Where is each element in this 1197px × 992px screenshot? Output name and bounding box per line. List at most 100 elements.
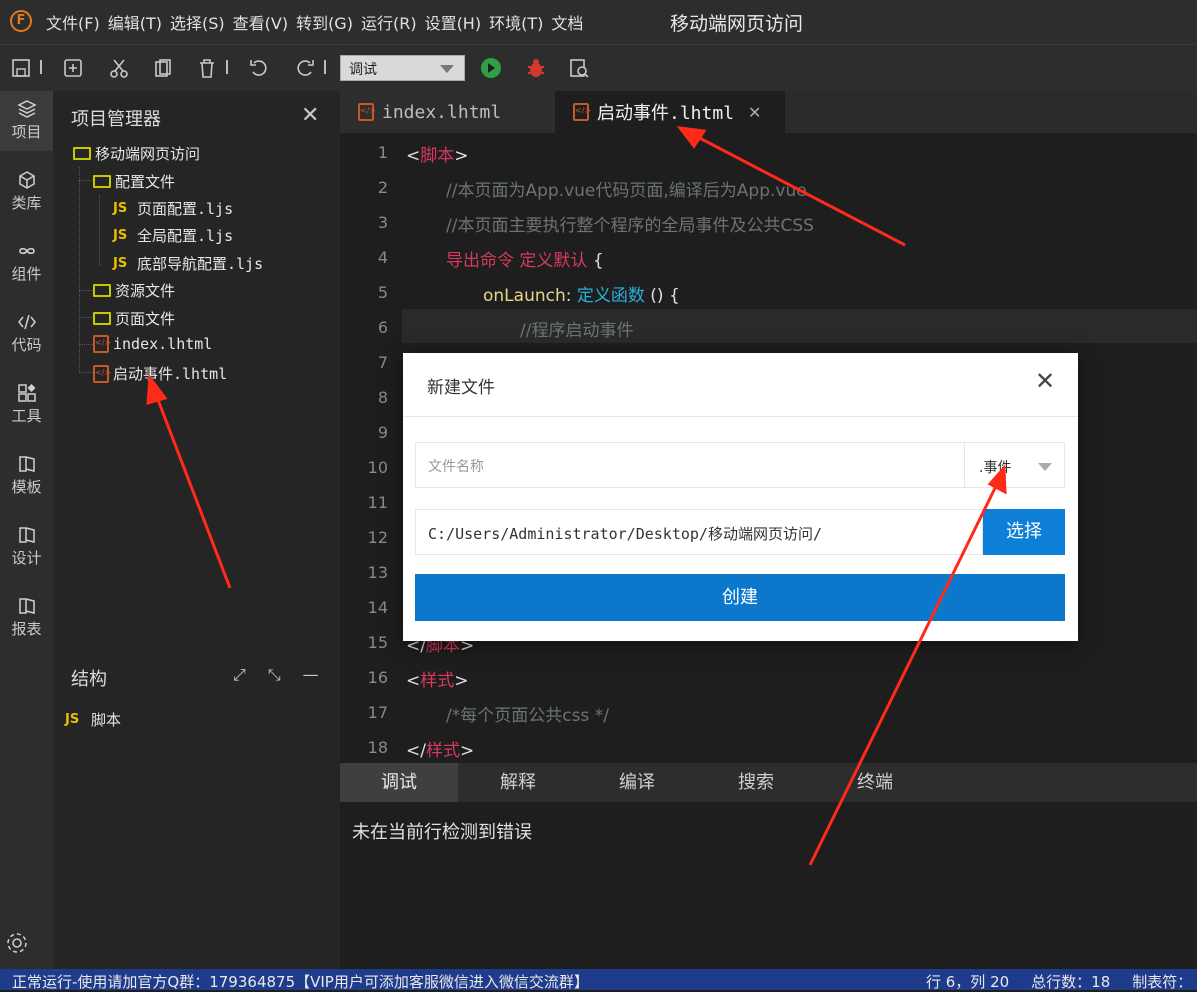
debug-bug-icon[interactable] [525,57,547,79]
code-icon [17,314,36,330]
activity-code[interactable]: 代码 [0,304,53,364]
menu-docs[interactable]: 文档 [551,10,583,34]
dialog-title: 新建文件 [427,378,495,398]
title-bar: F 文件(F) 编辑(T) 选择(S) 查看(V) 转到(G) 运行(R) 设置… [0,0,1197,44]
status-right: 行 6，列 20 总行数：18 制表符： [926,971,1192,992]
code-line-2: //本页面为App.vue代码页面,编译后为App.vue [446,181,807,201]
tree-file-page-config[interactable]: JS 页面配置.ljs [113,198,233,219]
tree-resource-folder[interactable]: 资源文件 [93,280,175,301]
panel-tab-compile[interactable]: 编译 [578,763,696,802]
activity-design[interactable]: 设计 [0,517,53,577]
html-file-icon: </> [93,335,111,353]
line-number: 16 [367,668,388,687]
line-number: 13 [367,563,388,582]
panel-tab-search[interactable]: 搜索 [697,763,815,802]
chevron-down-icon [1038,463,1052,471]
activity-components[interactable]: 组件 [0,233,53,293]
tree-file-launch-event[interactable]: </> 启动事件.lhtml [93,363,227,384]
chevron-down-icon [440,65,454,73]
run-mode-select[interactable]: 调试 [340,55,465,81]
folder-icon [93,284,111,297]
close-icon[interactable]: ✕ [1035,367,1055,395]
line-number: 15 [367,633,388,652]
code-line-3: //本页面主要执行整个程序的全局事件及公共CSS [446,216,814,236]
menu-environment[interactable]: 环境(T) [489,10,543,34]
create-button[interactable]: 创建 [415,574,1065,621]
line-number: 7 [377,353,388,372]
line-number: 9 [377,423,388,442]
code-token: 导出命令 [446,251,514,271]
menu-file[interactable]: 文件(F) [46,10,100,34]
activity-reports[interactable]: 报表 [0,588,53,648]
menu-settings[interactable]: 设置(H) [425,10,482,34]
tab-index[interactable]: </> index.lhtml [340,91,555,133]
panel-tab-bar: 调试 解释 编译 搜索 终端 [340,763,1197,802]
tree-guide [79,167,80,372]
run-icon[interactable] [480,57,502,79]
tree-config-folder[interactable]: 配置文件 [93,171,175,192]
gear-icon[interactable] [4,930,30,956]
tree-page-folder[interactable]: 页面文件 [93,308,175,329]
structure-title: 结构 [71,669,107,690]
undo-icon[interactable] [248,57,270,79]
project-explorer-title: 项目管理器 [71,109,161,130]
collapse-icon[interactable]: ⤡ [268,665,281,685]
status-cursor-position[interactable]: 行 6，列 20 [926,971,1009,992]
new-file-icon[interactable] [62,57,84,79]
code-token: () { [650,286,680,306]
menu-select[interactable]: 选择(S) [170,10,225,34]
choose-path-button[interactable]: 选择 [983,509,1065,555]
panel-tab-debug[interactable]: 调试 [340,763,458,802]
tree-file-global-config[interactable]: JS 全局配置.ljs [113,225,233,246]
menu-run[interactable]: 运行(R) [361,10,417,34]
code-token: > [454,671,469,691]
menu-goto[interactable]: 转到(G) [296,10,353,34]
activity-project[interactable]: 项目 [0,91,53,151]
folder-open-icon [73,147,91,160]
panel-tab-interpret[interactable]: 解释 [459,763,577,802]
toolbar-divider [226,60,228,74]
close-tab-icon[interactable]: ✕ [748,103,761,122]
app-logo-icon: F [10,10,32,32]
file-path-input[interactable]: C:/Users/Administrator/Desktop/移动端网页访问/ [415,509,983,555]
file-name-input[interactable]: 文件名称 [415,442,965,488]
book-icon [18,527,35,543]
menu-edit[interactable]: 编辑(T) [108,10,162,34]
file-type-select[interactable]: .事件 [965,442,1065,488]
activity-reports-label: 报表 [11,620,42,638]
book-icon [18,598,35,614]
panel-tab-terminal[interactable]: 终端 [816,763,934,802]
panel-message: 未在当前行检测到错误 [352,822,532,843]
code-token: : [565,286,572,306]
activity-code-label: 代码 [11,336,42,354]
activity-templates[interactable]: 模板 [0,446,53,506]
cut-icon[interactable] [108,57,130,79]
code-token: > [454,146,469,166]
paste-icon[interactable] [152,57,174,79]
activity-tools[interactable]: 工具 [0,375,53,435]
code-token: 样式 [420,671,455,691]
tree-file-label: index.lhtml [113,335,213,353]
tree-root[interactable]: 移动端网页访问 [73,143,200,164]
status-tab-size[interactable]: 制表符： [1132,971,1192,992]
status-bar: 正常运行-使用请加官方Q群：179364875【VIP用户可添加客服微信进入微信… [0,969,1197,992]
minimize-icon[interactable]: — [303,665,319,685]
code-token: onLaunch [483,286,566,306]
expand-icon[interactable]: ⤢ [233,665,246,685]
tree-file-tabbar-config[interactable]: JS 底部导航配置.ljs [113,253,263,274]
menu-view[interactable]: 查看(V) [233,10,288,34]
delete-icon[interactable] [196,57,218,79]
tree-file-label: 全局配置.ljs [137,227,234,245]
tree-file-index[interactable]: </> index.lhtml [93,335,212,353]
redo-icon[interactable] [294,57,316,79]
tab-launch-event[interactable]: </> 启动事件.lhtml ✕ [555,91,785,133]
preview-icon[interactable] [568,57,590,79]
save-icon[interactable] [10,57,32,79]
html-file-icon: </> [573,103,591,121]
structure-item[interactable]: JS 脚本 [65,709,121,730]
activity-library[interactable]: 类库 [0,162,53,222]
file-type-value: .事件 [979,460,1012,476]
code-line-17: /*每个页面公共css */ [446,706,609,726]
close-icon[interactable]: ✕ [301,103,319,128]
activity-components-label: 组件 [11,265,42,283]
